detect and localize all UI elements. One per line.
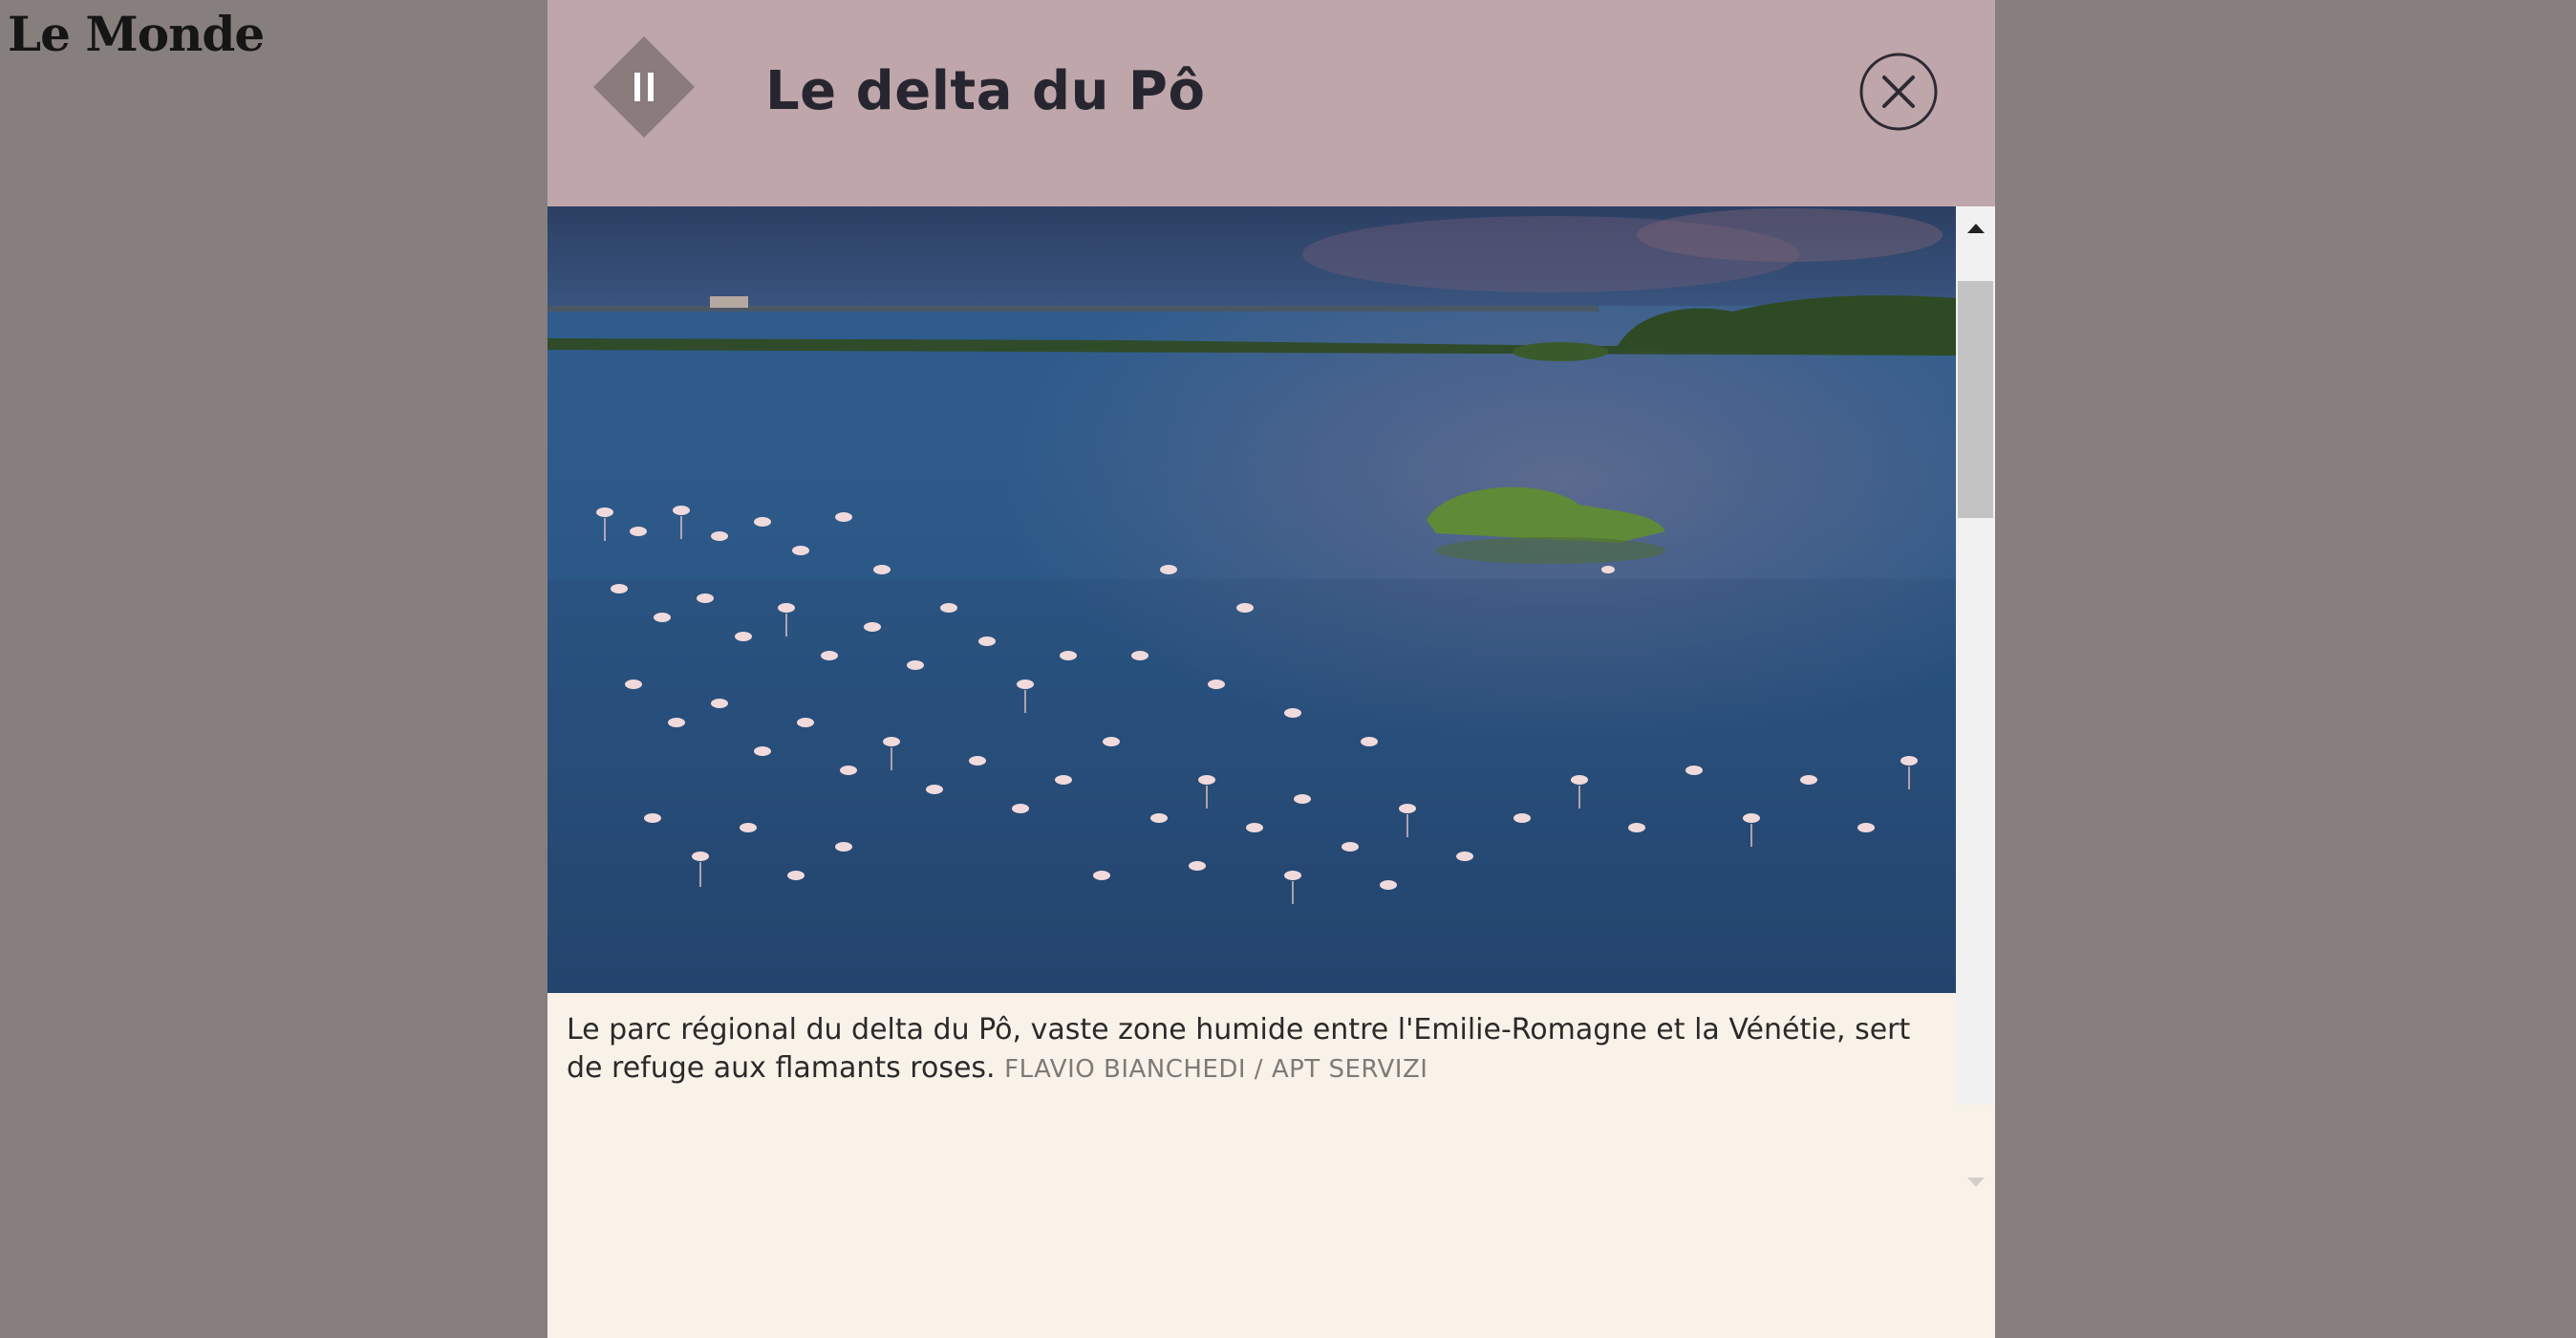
modal-header: Le delta du Pô [547,0,1995,206]
scroll-down-arrow-icon[interactable] [1967,1177,1985,1187]
content-scrollbar[interactable] [1956,206,1995,1338]
close-icon [1859,53,1938,131]
photo-caption: Le parc régional du delta du Pô, vaste z… [567,1011,1943,1089]
modal-content: Le parc régional du delta du Pô, vaste z… [547,206,1956,1338]
photo-modal: Le delta du Pô Le parc régional du delta… [547,0,1995,1338]
pause-button[interactable] [593,36,695,138]
scroll-up-arrow-icon[interactable] [1967,224,1985,233]
modal-title: Le delta du Pô [765,60,1206,122]
close-button[interactable] [1858,52,1939,132]
le-monde-logo[interactable]: Le Monde [8,6,265,63]
photo-credit: FLAVIO BIANCHEDI / APT SERVIZI [1004,1055,1428,1084]
pause-icon [593,36,695,138]
scrollbar-thumb[interactable] [1958,281,1993,518]
flamingos-photo [547,206,1956,993]
